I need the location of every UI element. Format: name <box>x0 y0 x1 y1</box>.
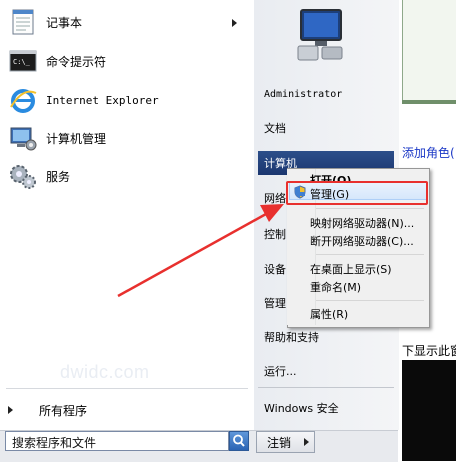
search-input[interactable]: 搜索程序和文件 <box>5 431 229 451</box>
context-map-drive[interactable]: 映射网络驱动器(N)... <box>310 215 414 231</box>
user-picture-icon[interactable] <box>295 4 349 64</box>
user-name-item[interactable]: Administrator <box>258 82 394 106</box>
program-label: 命令提示符 <box>46 54 107 69</box>
context-disconnect-drive[interactable]: 断开网络驱动器(C)... <box>310 233 414 249</box>
submenu-arrow-icon <box>232 19 237 27</box>
divider <box>6 388 248 389</box>
ie-icon <box>10 89 37 113</box>
divider <box>316 300 424 301</box>
add-role-link[interactable]: 添加角色( <box>402 144 455 161</box>
help-support-item[interactable]: 帮助和支持 <box>258 325 394 349</box>
logoff-button[interactable]: 注销 <box>256 431 302 453</box>
notepad-icon <box>12 9 34 35</box>
expand-arrow-icon <box>8 406 13 414</box>
program-item-computer-management[interactable]: 计算机管理 <box>4 120 248 156</box>
computer-management-icon <box>10 127 37 151</box>
program-label: Internet Explorer <box>46 93 159 107</box>
program-item-cmd[interactable]: C:\_ 命令提示符 <box>4 43 248 79</box>
background-panel-border <box>402 100 456 104</box>
documents-item[interactable]: 文档 <box>258 116 394 140</box>
chevron-right-icon <box>304 438 309 446</box>
program-label: 计算机管理 <box>46 131 107 146</box>
program-item-services[interactable]: 服务 <box>4 158 248 194</box>
services-icon <box>10 165 36 189</box>
program-item-ie[interactable]: Internet Explorer <box>4 82 248 118</box>
divider <box>316 208 424 209</box>
search-icon <box>233 434 245 447</box>
search-button[interactable] <box>229 431 249 451</box>
divider <box>316 254 424 255</box>
run-item[interactable]: 运行... <box>258 359 394 383</box>
program-label: 服务 <box>46 169 71 184</box>
divider <box>258 387 394 388</box>
background-panel <box>402 0 456 101</box>
shutdown-options-button[interactable] <box>300 431 315 453</box>
all-programs-button[interactable]: 所有程序 <box>6 400 87 420</box>
context-rename[interactable]: 重命名(M) <box>310 279 361 295</box>
program-label: 记事本 <box>46 15 83 30</box>
background-text: 下显示此窗 <box>402 344 456 358</box>
annotation-highlight-box <box>286 181 428 205</box>
search-placeholder: 搜索程序和文件 <box>12 436 97 450</box>
all-programs-label: 所有程序 <box>39 403 88 418</box>
context-properties[interactable]: 属性(R) <box>310 306 348 322</box>
windows-security-item[interactable]: Windows 安全 <box>258 396 394 420</box>
svg-text:C:\_: C:\_ <box>13 58 31 66</box>
background-console <box>402 360 456 461</box>
program-item-notepad[interactable]: 记事本 <box>4 4 248 40</box>
cmd-icon: C:\_ <box>9 50 37 72</box>
context-show-desktop[interactable]: 在桌面上显示(S) <box>310 261 392 277</box>
watermark: dwidc.com <box>60 362 150 382</box>
